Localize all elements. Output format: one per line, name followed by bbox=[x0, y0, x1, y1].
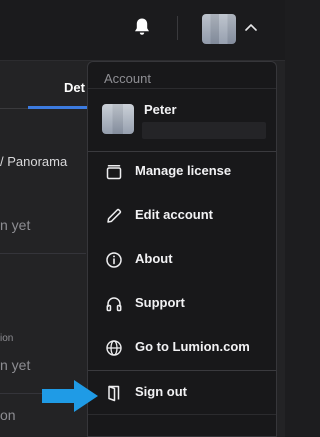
sign-out-icon bbox=[108, 385, 120, 402]
menu-item-label: About bbox=[135, 251, 173, 266]
divider bbox=[88, 414, 276, 415]
field-label: on bbox=[0, 407, 16, 423]
license-icon bbox=[106, 165, 122, 180]
divider bbox=[88, 88, 276, 89]
menu-item-go-to-lumion[interactable]: Go to Lumion.com bbox=[88, 330, 276, 366]
account-menu: Account Peter Manage license Edit accoun… bbox=[87, 61, 277, 437]
pencil-icon bbox=[107, 208, 122, 223]
status-text: n yet bbox=[0, 357, 31, 373]
globe-icon bbox=[106, 340, 122, 356]
status-text: n yet bbox=[0, 217, 31, 233]
divider bbox=[88, 151, 276, 152]
field-label: ion bbox=[0, 333, 14, 344]
annotation-arrow-icon bbox=[42, 380, 98, 412]
project-title: / Panorama bbox=[0, 154, 68, 169]
avatar bbox=[102, 104, 134, 134]
menu-item-label: Go to Lumion.com bbox=[135, 339, 250, 354]
chevron-up-icon[interactable] bbox=[244, 22, 258, 32]
menu-item-label: Edit account bbox=[135, 207, 214, 222]
headphones-icon bbox=[106, 297, 122, 312]
tab-details[interactable]: Det bbox=[64, 80, 88, 95]
menu-item-label: Manage license bbox=[135, 163, 232, 178]
menu-item-about[interactable]: About bbox=[88, 242, 276, 278]
menu-heading: Account bbox=[104, 71, 151, 86]
user-name: Peter bbox=[144, 102, 177, 117]
menu-item-support[interactable]: Support bbox=[88, 286, 276, 322]
notifications-bell-icon[interactable] bbox=[133, 17, 151, 37]
topbar-divider bbox=[177, 16, 178, 40]
menu-item-label: Support bbox=[135, 295, 185, 310]
menu-item-label: Sign out bbox=[135, 384, 187, 399]
menu-item-manage-license[interactable]: Manage license bbox=[88, 154, 276, 190]
menu-item-sign-out[interactable]: Sign out bbox=[88, 375, 276, 411]
tab-active-indicator bbox=[28, 106, 90, 109]
menu-item-edit-account[interactable]: Edit account bbox=[88, 198, 276, 234]
divider bbox=[88, 370, 276, 371]
user-avatar[interactable] bbox=[202, 14, 236, 44]
top-bar bbox=[0, 0, 285, 61]
user-email-redacted bbox=[142, 122, 266, 139]
info-icon bbox=[106, 252, 122, 268]
divider bbox=[0, 253, 86, 254]
